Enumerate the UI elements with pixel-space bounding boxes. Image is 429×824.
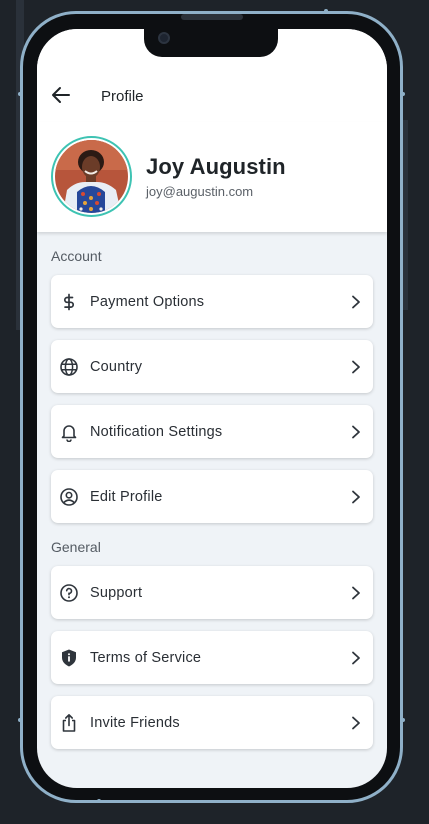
phone-side-button [401,718,405,722]
user-circle-icon [59,487,79,507]
chevron-right-icon [349,295,363,309]
chevron-right-icon [349,425,363,439]
menu-item-terms-of-service[interactable]: Terms of Service [51,631,373,684]
menu-item-invite-friends[interactable]: Invite Friends [51,696,373,749]
menu-item-notification-settings[interactable]: Notification Settings [51,405,373,458]
globe-icon [59,357,79,377]
menu-item-payment-options[interactable]: Payment Options [51,275,373,328]
shield-icon [59,648,79,668]
chevron-right-icon [349,716,363,730]
phone-side-button [18,92,22,96]
phone-side-button [97,799,101,803]
menu-item-label: Support [90,584,143,601]
chevron-right-icon [349,490,363,504]
dollar-icon [59,292,79,312]
chevron-right-icon [349,586,363,600]
section-label-account: Account [51,248,102,264]
avatar[interactable] [51,136,132,217]
section-label-general: General [51,539,101,555]
user-name: Joy Augustin [146,154,286,179]
share-icon [59,713,79,733]
phone-side-button [18,718,22,722]
chevron-right-icon [349,651,363,665]
help-circle-icon [59,583,79,603]
bell-icon [59,422,79,442]
arrow-left-icon [51,85,71,105]
user-email: joy@augustin.com [146,184,254,199]
menu-item-edit-profile[interactable]: Edit Profile [51,470,373,523]
menu-item-label: Terms of Service [90,649,202,666]
menu-item-label: Payment Options [90,293,205,310]
menu-item-label: Invite Friends [90,714,180,731]
avatar-image [55,140,128,213]
back-button[interactable] [49,83,73,107]
phone-notch [144,29,278,57]
phone-speaker [181,14,243,20]
menu-item-support[interactable]: Support [51,566,373,619]
phone-side-button [401,92,405,96]
camera-icon [158,32,170,44]
page-title: Profile [101,88,144,105]
chevron-right-icon [349,360,363,374]
menu-item-label: Edit Profile [90,488,163,505]
profile-header: Joy Augustin joy@augustin.com [37,122,387,232]
phone-side-button [324,9,328,13]
phone-screen: Profile Joy Augustin joy@augustin.com Ac… [37,29,387,788]
menu-item-label: Country [90,358,143,375]
menu-item-country[interactable]: Country [51,340,373,393]
menu-item-label: Notification Settings [90,423,223,440]
